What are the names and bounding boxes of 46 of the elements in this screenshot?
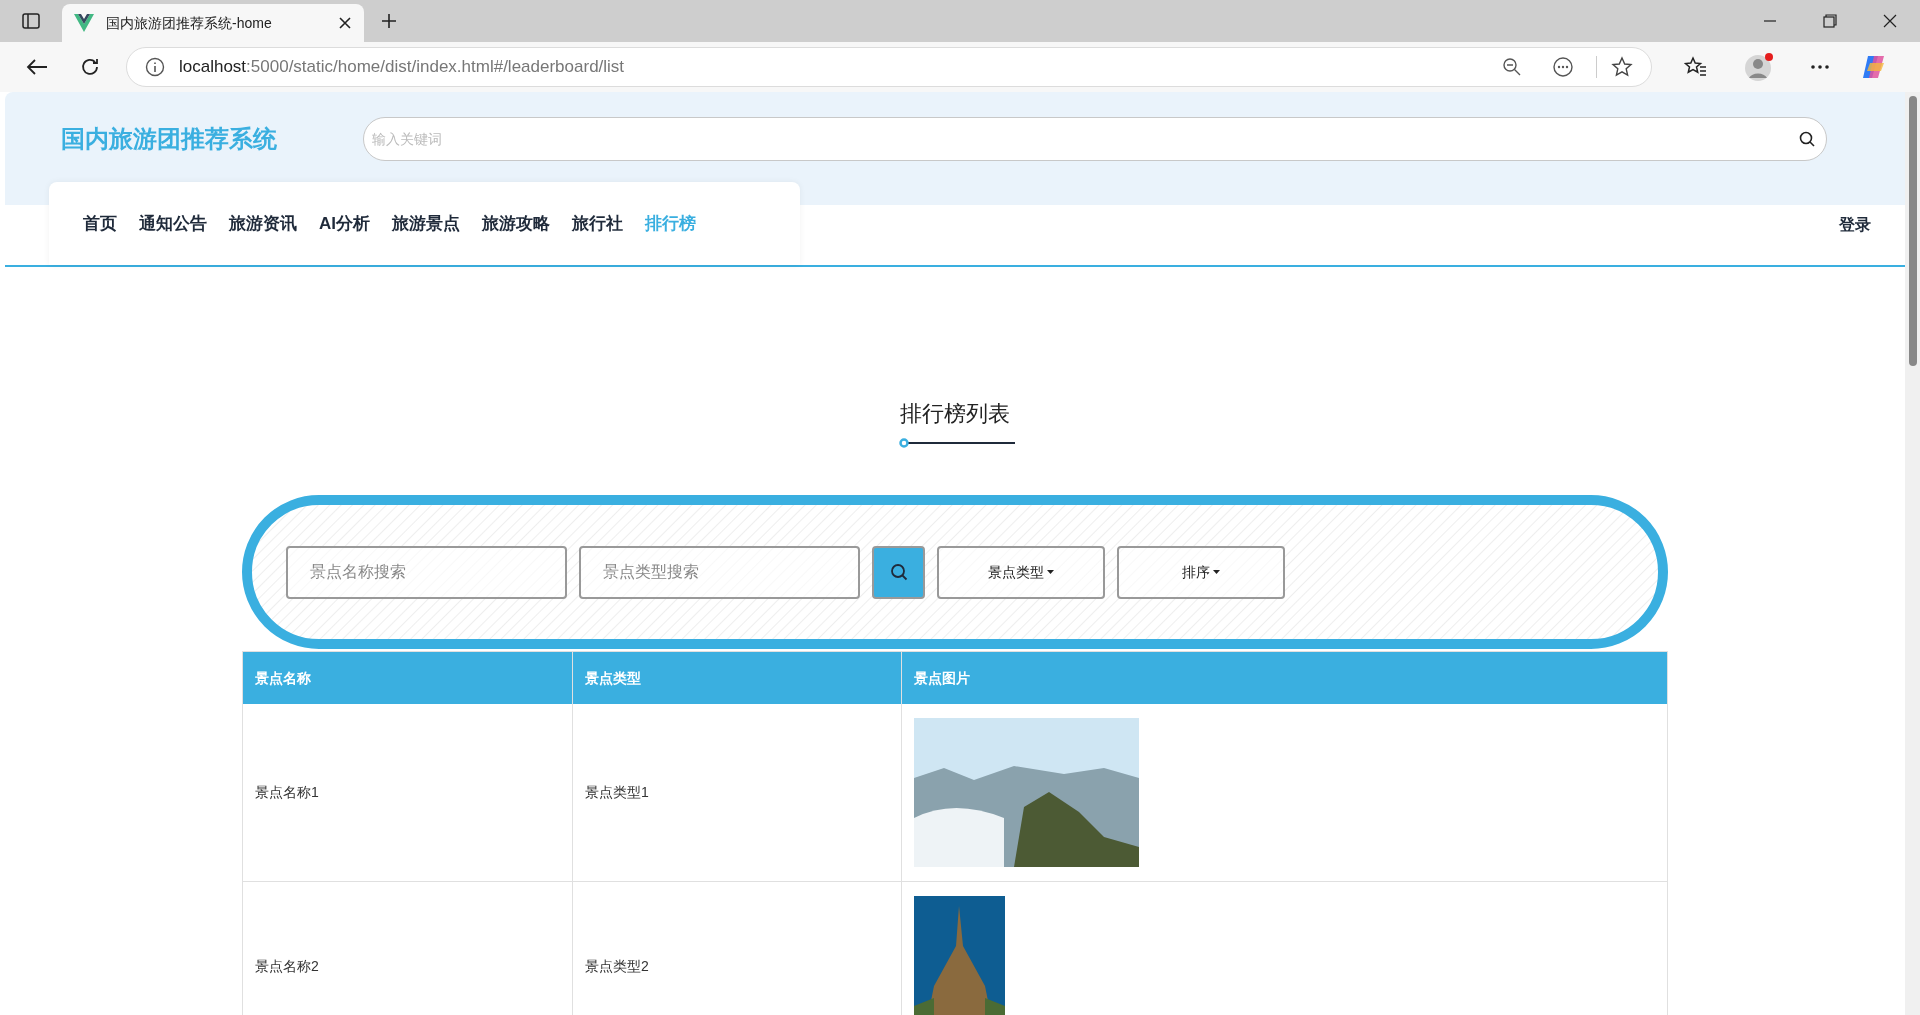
search-icon[interactable] [1799,131,1815,147]
nav-item[interactable]: 通知公告 [129,210,217,237]
caret-icon [1047,570,1054,574]
nav-item[interactable]: 旅游景点 [382,210,470,237]
table-cell-text: 景点名称1 [255,783,319,802]
info-icon[interactable] [145,57,165,77]
address-bar[interactable]: localhost:5000/static/home/dist/index.html#/leaderboard/list [126,47,1652,87]
zoom-out-icon[interactable] [1502,57,1522,77]
name-search-field[interactable]: 景点名称搜索 [286,545,567,599]
restore-icon[interactable] [1823,14,1837,28]
column-header: 景点名称 [254,668,312,688]
url-text: localhost:5000/static/home/dist/index.html#/leaderboard/list [179,56,626,79]
search-icon [889,563,908,581]
scrollbar-thumb[interactable] [1908,96,1917,366]
v-logo-icon [74,14,94,32]
column-header: 景点图片 [901,652,1667,704]
tab-title: 国内旅游团推荐系统-home [106,13,273,33]
caret-icon [1213,570,1220,574]
nav-item[interactable]: 旅游资讯 [219,210,307,237]
more-icon[interactable] [1810,64,1830,70]
dropdown-button[interactable]: 排序 [1117,545,1285,599]
login-link[interactable]: 登录 [1839,213,1871,237]
browser-tab[interactable]: 国内旅游团推荐系统-home [62,4,364,42]
more-circle-icon[interactable] [1552,56,1574,78]
nav-item[interactable]: AI分析 [309,210,380,237]
page-title: 排行榜列表 [900,400,1010,428]
column-header: 景点类型 [572,652,901,704]
new-tab-icon[interactable] [380,12,398,30]
nav-item[interactable]: 首页 [73,210,127,237]
table-cell-text: 景点类型2 [585,956,649,976]
tab-actions-icon[interactable] [22,13,40,29]
search-field[interactable]: 输入关键词 [363,117,1827,161]
reload-icon[interactable] [80,57,100,77]
table-cell-text: 景点名称2 [255,956,319,976]
type-search-field[interactable]: 景点类型搜索 [579,545,860,599]
close-icon[interactable] [338,16,352,30]
nav-item[interactable]: 旅游攻略 [472,210,560,237]
back-icon[interactable] [26,58,48,76]
table-cell-text: 景点类型1 [585,783,649,802]
star-icon[interactable] [1611,56,1633,78]
profile-avatar-icon[interactable] [1744,52,1774,82]
dropdown-button[interactable]: 景点类型 [937,545,1105,599]
search-button[interactable] [872,545,925,599]
favorites-icon[interactable] [1684,56,1708,78]
close-window-icon[interactable] [1883,14,1897,28]
nav-item[interactable]: 旅行社 [562,210,633,237]
